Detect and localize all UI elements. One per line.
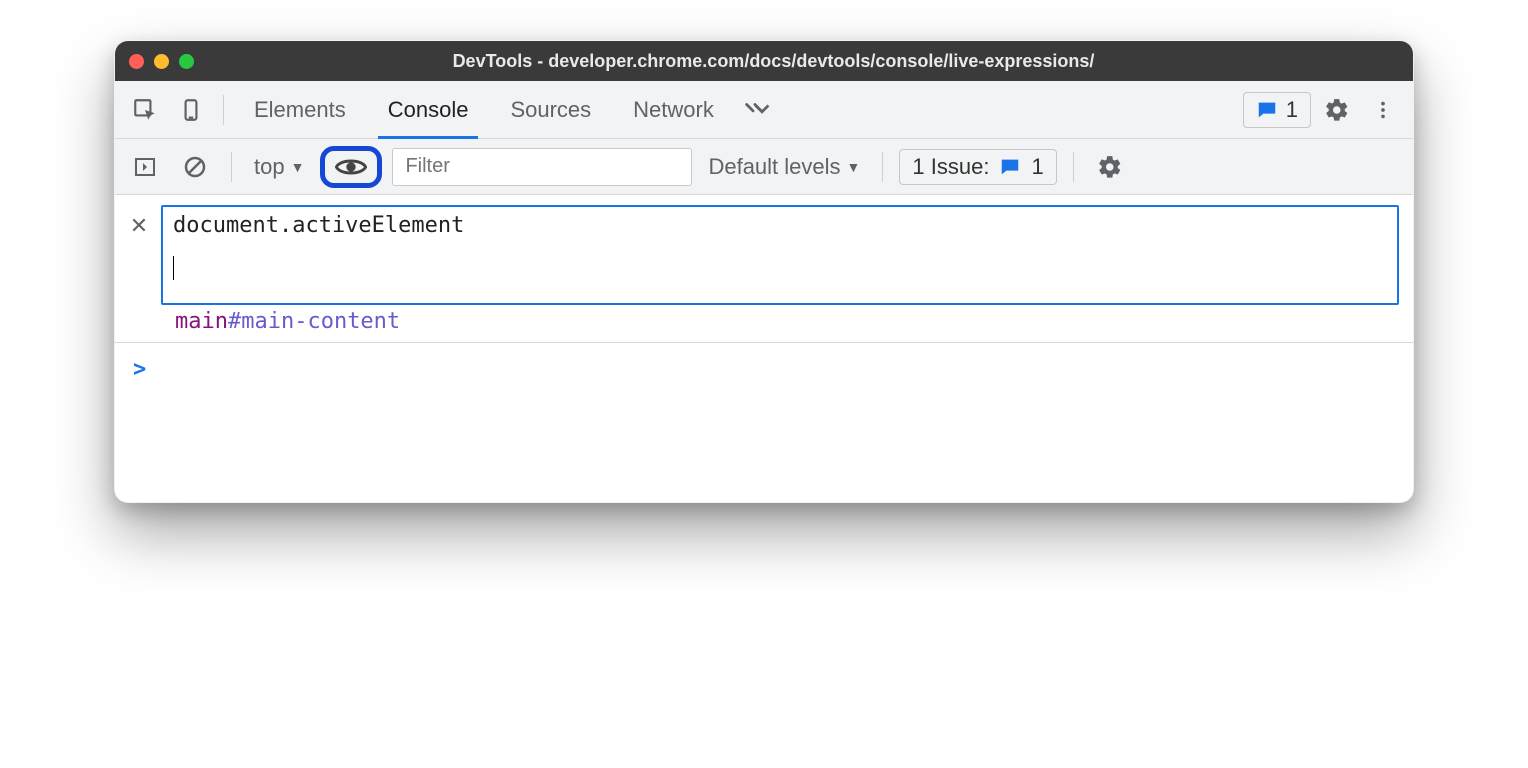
text-cursor — [173, 256, 174, 280]
issues-chip[interactable]: 1 — [1243, 92, 1311, 128]
devtools-tabbar: Elements Console Sources Network 1 — [115, 81, 1413, 139]
console-body[interactable]: > — [115, 343, 1413, 502]
remove-live-expression-button[interactable]: ✕ — [129, 213, 149, 239]
context-selector[interactable]: top ▼ — [248, 154, 310, 180]
clear-console-icon[interactable] — [175, 147, 215, 187]
issues-count: 1 — [1031, 154, 1043, 180]
live-expression-text: document.activeElement — [173, 213, 1387, 238]
live-expression-area: ✕ document.activeElement main#main-conte… — [115, 195, 1413, 343]
issues-button[interactable]: 1 Issue: 1 — [899, 149, 1056, 185]
live-expression-button[interactable] — [320, 146, 382, 188]
live-expression-input[interactable]: document.activeElement — [161, 205, 1399, 305]
divider — [231, 152, 232, 182]
message-icon — [999, 156, 1021, 178]
tab-elements[interactable]: Elements — [236, 81, 364, 138]
issues-label: 1 Issue: — [912, 154, 989, 180]
issues-count: 1 — [1286, 97, 1298, 123]
live-expression-result[interactable]: main#main-content — [175, 309, 1399, 334]
kebab-menu-icon[interactable] — [1363, 90, 1403, 130]
console-settings-icon[interactable] — [1090, 147, 1130, 187]
eye-icon — [335, 155, 367, 179]
result-id: #main-content — [228, 309, 400, 334]
devtools-window: DevTools - developer.chrome.com/docs/dev… — [114, 40, 1414, 503]
tab-console[interactable]: Console — [370, 81, 487, 138]
window-title: DevTools - developer.chrome.com/docs/dev… — [148, 51, 1399, 72]
message-icon — [1256, 99, 1278, 121]
divider — [223, 95, 224, 125]
window-titlebar: DevTools - developer.chrome.com/docs/dev… — [115, 41, 1413, 81]
settings-icon[interactable] — [1317, 90, 1357, 130]
console-prompt-icon: > — [133, 357, 146, 382]
sidebar-toggle-icon[interactable] — [125, 147, 165, 187]
log-levels-label: Default levels — [708, 154, 840, 180]
divider — [1073, 152, 1074, 182]
console-toolbar: top ▼ Default levels ▼ 1 Issue: 1 — [115, 139, 1413, 195]
log-levels-selector[interactable]: Default levels ▼ — [702, 154, 866, 180]
device-toolbar-icon[interactable] — [171, 90, 211, 130]
result-tag: main — [175, 309, 228, 334]
divider — [882, 152, 883, 182]
filter-input[interactable] — [392, 148, 692, 186]
chevron-down-icon: ▼ — [291, 159, 305, 175]
context-label: top — [254, 154, 285, 180]
inspect-element-icon[interactable] — [125, 90, 165, 130]
more-tabs-icon[interactable] — [738, 90, 778, 130]
chevron-down-icon: ▼ — [847, 159, 861, 175]
close-window-button[interactable] — [129, 54, 144, 69]
tab-network[interactable]: Network — [615, 81, 732, 138]
tab-sources[interactable]: Sources — [492, 81, 609, 138]
